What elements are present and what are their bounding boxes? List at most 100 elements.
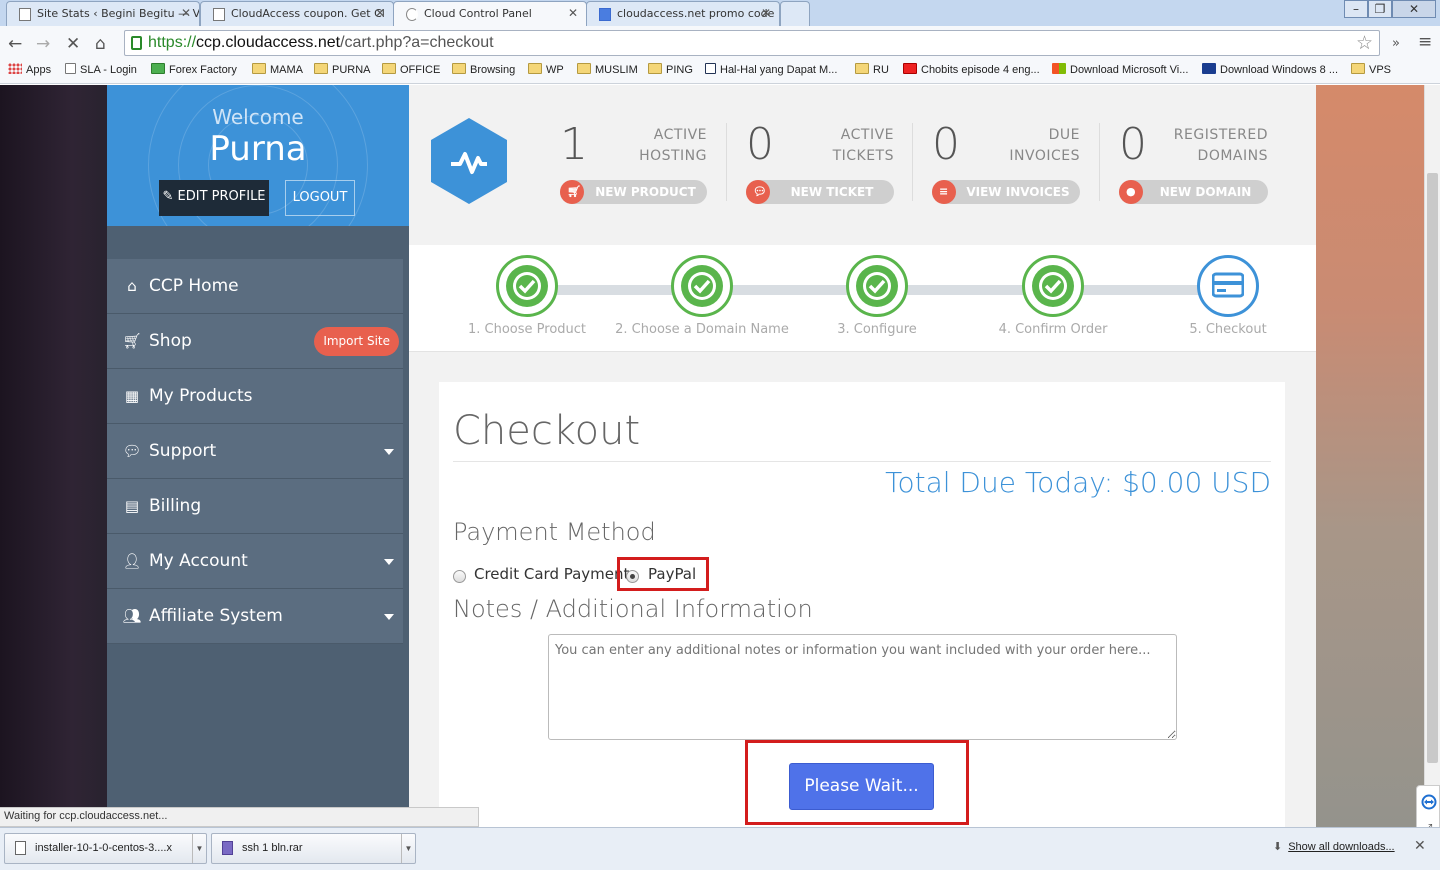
close-tab-icon[interactable]: ✕ [761, 6, 771, 20]
bookmark-download-windows[interactable]: Download Windows 8 ... [1202, 63, 1338, 76]
chat-icon: 💬︎ [122, 442, 142, 460]
bookmark-star-icon[interactable]: ☆ [1356, 32, 1373, 54]
page-title: Checkout [453, 408, 641, 454]
bookmark-hal-hal[interactable]: Hal-Hal yang Dapat M... [705, 63, 837, 76]
logout-button[interactable]: LOGOUT [285, 180, 355, 216]
bookmark-mama[interactable]: MAMA [252, 63, 303, 76]
step-complete-indicator [496, 255, 558, 317]
credit-card-icon [1212, 272, 1244, 298]
step-complete-indicator [1022, 255, 1084, 317]
welcome-text: Welcome [212, 105, 304, 129]
bookmark-ping[interactable]: PING [648, 63, 693, 76]
sidebar-item-label: Billing [149, 496, 202, 516]
caret-down-icon [384, 614, 394, 620]
tab-cloudaccess-coupon[interactable]: CloudAccess coupon. Get Cl ✕ [200, 1, 394, 26]
tab-promo-code[interactable]: cloudaccess.net promo code ✕ [586, 1, 780, 26]
sidebar-item-label: Support [149, 441, 217, 461]
bookmark-forex-factory[interactable]: Forex Factory [151, 63, 237, 76]
sidebar: Welcome Purna ✎ EDIT PROFILE LOGOUT ⌂ CC… [107, 85, 409, 827]
home-icon[interactable]: ⌂ [95, 34, 106, 54]
page-scrollbar[interactable] [1424, 85, 1440, 827]
forward-arrow-icon[interactable]: → [36, 34, 50, 54]
close-tab-icon[interactable]: ✕ [181, 6, 191, 20]
tab-title: cloudaccess.net promo code [617, 7, 775, 20]
credit-card-radio[interactable] [453, 570, 466, 583]
main-content: 1 ACTIVE HOSTING 🛒︎ NEW PRODUCT 0 ACTIVE T… [409, 85, 1316, 827]
file-icon [15, 841, 26, 855]
scrollbar-thumb[interactable] [1427, 173, 1438, 763]
stop-loading-icon[interactable]: ✕ [66, 34, 80, 54]
sidebar-item-affiliate-system[interactable]: 👥︎ Affiliate System [107, 589, 403, 644]
new-product-button[interactable]: 🛒︎ NEW PRODUCT [560, 180, 707, 204]
step-label: 1. Choose Product [467, 322, 587, 337]
home-icon: ⌂ [127, 277, 137, 295]
close-tab-icon[interactable]: ✕ [375, 6, 385, 20]
new-tab-button[interactable] [780, 1, 810, 26]
teamviewer-widget[interactable]: ⤢ [1416, 785, 1440, 827]
tab-cloud-control-panel[interactable]: Cloud Control Panel ✕ [393, 1, 587, 26]
sidebar-item-support[interactable]: 💬︎ Support [107, 424, 403, 479]
show-all-downloads-link[interactable]: ⬇ Show all downloads... [1273, 840, 1395, 853]
bookmark-chobits[interactable]: Chobits episode 4 eng... [903, 63, 1040, 76]
notes-heading: Notes / Additional Information [453, 595, 813, 623]
sidebar-item-my-products[interactable]: ▦ My Products [107, 369, 403, 424]
close-tab-icon[interactable]: ✕ [568, 6, 578, 20]
bookmarks-overflow-icon[interactable]: » [1392, 36, 1400, 51]
minimize-button[interactable]: – [1344, 0, 1368, 18]
import-site-button[interactable]: Import Site [314, 327, 399, 356]
step-current-indicator [1197, 255, 1259, 317]
stat-count: 0 [746, 119, 774, 170]
bookmark-sla-login[interactable]: SLA - Login [65, 63, 137, 76]
stats-bar: 1 ACTIVE HOSTING 🛒︎ NEW PRODUCT 0 ACTIVE T… [409, 85, 1316, 245]
stat-label: DUE INVOICES [1009, 127, 1080, 164]
rar-archive-icon [222, 841, 233, 855]
chevron-down-icon[interactable]: ▼ [192, 834, 206, 863]
chevron-down-icon[interactable]: ▼ [401, 834, 415, 863]
google-icon [599, 8, 611, 21]
address-bar[interactable]: https://ccp.cloudaccess.net/cart.php?a=c… [124, 30, 1380, 56]
new-ticket-button[interactable]: 💬︎ NEW TICKET [746, 180, 894, 204]
bookmark-wp[interactable]: WP [528, 63, 564, 76]
tab-title: Site Stats ‹ Begini Begitu — V [37, 7, 200, 20]
checkout-panel: Checkout Total Due Today: $0.00 USD Paym… [439, 382, 1285, 827]
bookmark-download-microsoft[interactable]: Download Microsoft Vi... [1052, 63, 1188, 76]
download-item[interactable]: ssh 1 bln.rar ▼ [211, 833, 416, 864]
url-text[interactable]: https://ccp.cloudaccess.net/cart.php?a=c… [148, 34, 494, 52]
sidebar-item-label: Affiliate System [149, 606, 283, 626]
sidebar-item-shop[interactable]: 🛒︎ Shop Import Site [107, 314, 403, 369]
bookmark-purna[interactable]: PURNA [314, 63, 371, 76]
new-domain-button[interactable]: ● NEW DOMAIN [1119, 180, 1268, 204]
view-invoices-button[interactable]: ≡ VIEW INVOICES [932, 180, 1080, 204]
back-arrow-icon[interactable]: ← [8, 34, 22, 54]
teamviewer-icon [1421, 794, 1437, 810]
bookmark-office[interactable]: OFFICE [382, 63, 440, 76]
welcome-panel: Welcome Purna ✎ EDIT PROFILE LOGOUT [107, 85, 409, 226]
checkmark-icon [1039, 272, 1067, 300]
bookmark-ru[interactable]: RU [855, 63, 889, 76]
download-item[interactable]: installer-10-1-0-centos-3....x ▼ [4, 833, 207, 864]
bookmark-muslim[interactable]: MUSLIM [577, 63, 638, 76]
bookmark-browsing[interactable]: Browsing [452, 63, 515, 76]
sidebar-item-my-account[interactable]: 👤︎ My Account [107, 534, 403, 589]
menu-icon[interactable]: ≡ [1418, 32, 1432, 52]
notes-textarea[interactable] [548, 634, 1177, 740]
edit-profile-button[interactable]: ✎ EDIT PROFILE [159, 180, 269, 216]
close-window-button[interactable]: ✕ [1392, 0, 1436, 18]
step-choose-domain: 2. Choose a Domain Name [602, 255, 802, 337]
please-wait-button[interactable]: Please Wait... [789, 763, 934, 810]
bookmark-apps[interactable]: Apps [8, 63, 51, 76]
tab-site-stats[interactable]: Site Stats ‹ Begini Begitu — V ✕ [6, 1, 200, 26]
maximize-button[interactable]: ❐ [1368, 0, 1392, 18]
bookmark-vps[interactable]: VPS [1351, 63, 1391, 76]
checkmark-icon [863, 272, 891, 300]
user-icon: 👤︎ [122, 552, 142, 570]
globe-icon: ● [1119, 180, 1143, 204]
step-confirm-order: 4. Confirm Order [953, 255, 1153, 337]
stat-label: ACTIVE HOSTING [639, 127, 707, 164]
sidebar-item-billing[interactable]: ▤ Billing [107, 479, 403, 534]
sidebar-item-ccp-home[interactable]: ⌂ CCP Home [107, 259, 403, 314]
credit-card-label[interactable]: Credit Card Payment [474, 565, 629, 583]
microsoft-icon [1052, 63, 1066, 74]
folder-icon [528, 63, 542, 74]
close-downloads-icon[interactable]: ✕ [1414, 838, 1426, 854]
